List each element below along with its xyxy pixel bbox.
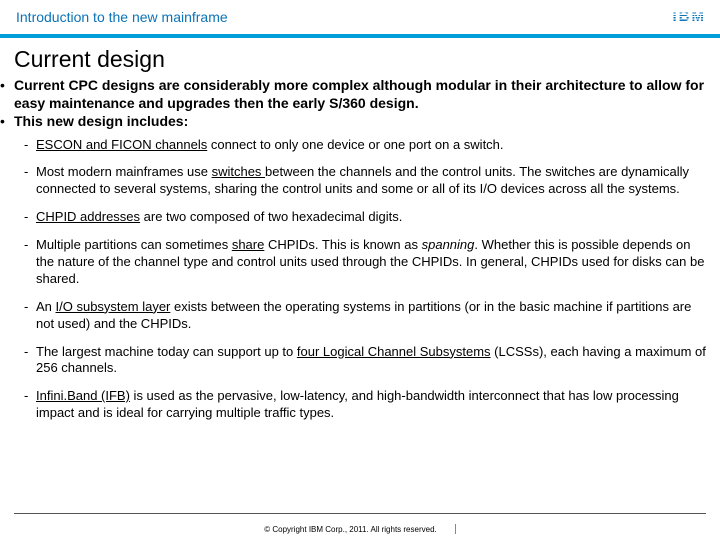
sub-bullet: -Multiple partitions can sometimes share… (24, 237, 706, 288)
sub-bullet-text: ESCON and FICON channels connect to only… (36, 137, 706, 154)
slide-header: Introduction to the new mainframe IBM (0, 0, 720, 34)
sub-bullet-text: Multiple partitions can sometimes share … (36, 237, 706, 288)
dash-icon: - (24, 344, 36, 378)
slide-title: Current design (14, 46, 706, 73)
slide-body: Current design • Current CPC designs are… (0, 38, 720, 422)
top-bullet-text: Current CPC designs are considerably mor… (14, 77, 706, 112)
sub-bullet-text: Most modern mainframes use switches betw… (36, 164, 706, 198)
footer-copyright: © Copyright IBM Corp., 2011. All rights … (264, 525, 436, 534)
sub-bullet: -Infini.Band (IFB) is used as the pervas… (24, 388, 706, 422)
sub-bullet: -Most modern mainframes use switches bet… (24, 164, 706, 198)
dash-icon: - (24, 299, 36, 333)
top-bullet: • Current CPC designs are considerably m… (14, 77, 706, 112)
dash-icon: - (24, 164, 36, 198)
sub-bullet: -ESCON and FICON channels connect to onl… (24, 137, 706, 154)
dash-icon: - (24, 388, 36, 422)
sub-bullet-text: The largest machine today can support up… (36, 344, 706, 378)
sub-bullet: -CHPID addresses are two composed of two… (24, 209, 706, 226)
sub-bullet-text: Infini.Band (IFB) is used as the pervasi… (36, 388, 706, 422)
ibm-logo-icon: IBM (673, 10, 707, 24)
sub-bullet: -The largest machine today can support u… (24, 344, 706, 378)
top-bullet: • This new design includes: (14, 113, 706, 131)
top-bullet-text: This new design includes: (14, 113, 706, 131)
bullet-dot-icon: • (0, 77, 14, 112)
header-title: Introduction to the new mainframe (16, 9, 673, 25)
footer-separator-icon (455, 524, 456, 534)
dash-icon: - (24, 237, 36, 288)
slide-footer: © Copyright IBM Corp., 2011. All rights … (0, 524, 720, 534)
sub-bullet: -An I/O subsystem layer exists between t… (24, 299, 706, 333)
bullet-dot-icon: • (0, 113, 14, 131)
sub-bullets: -ESCON and FICON channels connect to onl… (24, 137, 706, 423)
dash-icon: - (24, 137, 36, 154)
dash-icon: - (24, 209, 36, 226)
slide: Introduction to the new mainframe IBM Cu… (0, 0, 720, 540)
footer-divider (14, 513, 706, 514)
sub-bullet-text: An I/O subsystem layer exists between th… (36, 299, 706, 333)
sub-bullet-text: CHPID addresses are two composed of two … (36, 209, 706, 226)
top-bullets: • Current CPC designs are considerably m… (14, 77, 706, 131)
